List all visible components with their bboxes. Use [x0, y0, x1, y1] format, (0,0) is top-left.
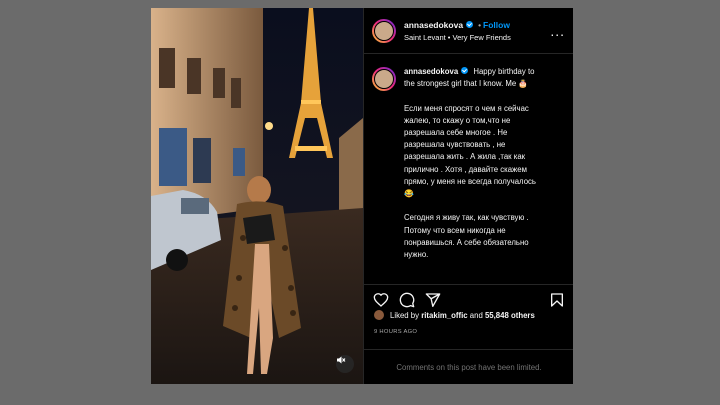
post-header: annasedokova • Follow Saint Levant • Ver… — [364, 8, 573, 54]
caption-line: понравишься. А себе обязательно — [404, 237, 529, 247]
caption-body: Happy birthday to the strongest girl that… — [404, 67, 536, 259]
post-timestamp[interactable]: 9 HOURS AGO — [374, 329, 417, 335]
follow-button[interactable]: Follow — [483, 20, 510, 30]
caption-line: the strongest girl that I know. Me 🎂 — [404, 79, 529, 89]
caption-username[interactable]: annasedokova — [404, 67, 458, 76]
verified-badge-icon — [461, 67, 469, 74]
likes-user[interactable]: ritakim_offic — [421, 311, 467, 320]
likes-and: and — [469, 310, 483, 320]
caption-line: нужно. — [404, 250, 429, 260]
caption-line: Потому что всем никогда не — [404, 225, 506, 235]
caption-line: Happy birthday to — [473, 67, 535, 76]
verified-badge-icon — [466, 21, 474, 28]
likes-count[interactable]: 55,848 others — [485, 311, 535, 320]
separator-dot: • — [478, 19, 482, 30]
more-options-icon[interactable]: ... — [550, 24, 565, 38]
liker-avatar[interactable] — [374, 310, 384, 320]
share-icon[interactable] — [425, 292, 441, 308]
likes-prefix: Liked by — [390, 310, 420, 320]
post-photo — [151, 8, 363, 384]
post-media[interactable] — [151, 8, 363, 384]
comment-icon[interactable] — [399, 292, 415, 308]
caption-line: Сегодня я живу так, как чувствую . — [404, 213, 529, 223]
caption-line: прилично . Хотя , давайте скажем — [404, 164, 527, 174]
caption-line: разрешала жить . А жила ,так как — [404, 152, 526, 162]
comments-limited-notice: Comments on this post have been limited. — [364, 349, 573, 384]
caption-line: 😂 — [404, 189, 414, 199]
post-modal: annasedokova • Follow Saint Levant • Ver… — [151, 8, 573, 384]
likes-summary[interactable]: Liked by ritakim_offic and 55,848 others — [374, 310, 535, 320]
mute-button[interactable] — [336, 355, 354, 373]
caption-line: Если меня спросят о чем я сейчас — [404, 103, 529, 113]
caption-text: annasedokova Happy birthday to the strong… — [404, 66, 564, 284]
heart-icon[interactable] — [373, 292, 389, 308]
caption-block: annasedokova Happy birthday to the strong… — [364, 54, 573, 284]
author-username[interactable]: annasedokova — [404, 20, 463, 30]
caption-line: жалею, то скажу о том,что не — [404, 115, 511, 125]
author-avatar[interactable] — [372, 18, 396, 43]
post-details-panel: annasedokova • Follow Saint Levant • Ver… — [363, 8, 573, 384]
post-location[interactable]: Saint Levant • Very Few Friends — [404, 33, 550, 42]
caption-line: прямо, у меня не всегда получалось — [404, 176, 536, 186]
caption-line: разрешала чувствовать , не — [404, 140, 506, 150]
bookmark-icon[interactable] — [549, 292, 565, 308]
caption-avatar[interactable] — [372, 67, 396, 91]
mute-icon — [337, 356, 346, 364]
caption-line: разрешала себе многое . Не — [404, 128, 508, 138]
